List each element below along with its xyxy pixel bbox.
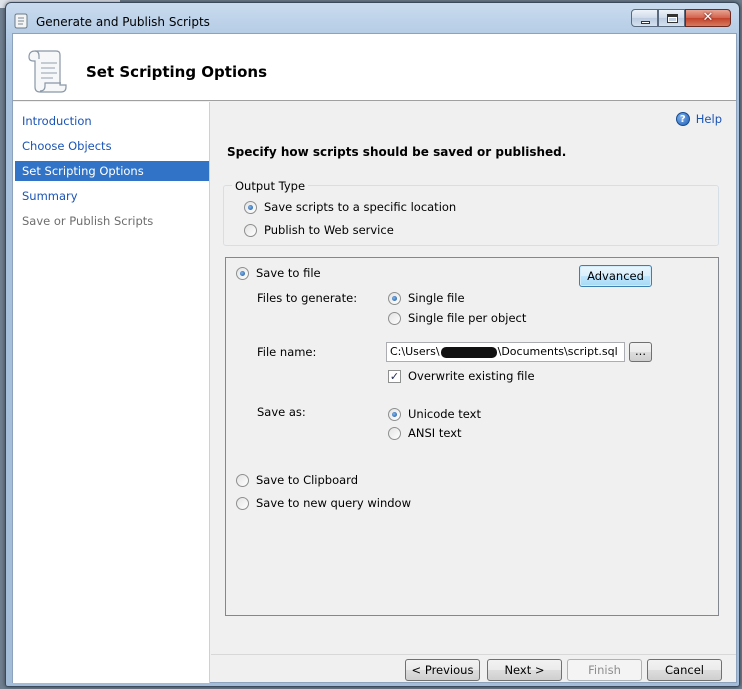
sidebar-item-choose-objects[interactable]: Choose Objects bbox=[15, 136, 209, 156]
radio-button[interactable] bbox=[244, 200, 257, 214]
file-path-suffix: \Documents\script.sql bbox=[497, 345, 618, 358]
radio-button[interactable] bbox=[244, 223, 257, 237]
overwrite-checkbox[interactable]: ✓ bbox=[388, 369, 401, 383]
main-content: ? Help Specify how scripts should be sav… bbox=[211, 102, 736, 657]
dialog-window: Generate and Publish Scripts ✕ Set Scrip… bbox=[5, 2, 740, 687]
file-name-label: File name: bbox=[257, 345, 317, 359]
save-options-panel: Save to file Advanced Files to generate:… bbox=[225, 257, 719, 616]
caption-buttons: ✕ bbox=[631, 9, 731, 29]
advanced-button[interactable]: Advanced bbox=[579, 265, 652, 287]
overwrite-checkbox-row[interactable]: ✓ Overwrite existing file bbox=[388, 369, 535, 383]
sidebar-item-summary[interactable]: Summary bbox=[15, 186, 209, 206]
radio-button[interactable] bbox=[236, 473, 249, 487]
radio-label: Unicode text bbox=[408, 407, 481, 421]
browse-button[interactable]: ... bbox=[629, 342, 652, 362]
next-button[interactable]: Next > bbox=[487, 659, 562, 681]
instruction-text: Specify how scripts should be saved or p… bbox=[227, 145, 567, 159]
radio-label: Publish to Web service bbox=[264, 223, 394, 237]
footer-divider bbox=[211, 654, 736, 655]
output-type-group: Output Type Save scripts to a specific l… bbox=[223, 179, 719, 246]
radio-button[interactable] bbox=[388, 407, 401, 421]
radio-button[interactable] bbox=[388, 426, 401, 440]
radio-label: Single file bbox=[408, 291, 465, 305]
dialog-client-area: Set Scripting Options Introduction Choos… bbox=[12, 33, 737, 683]
radio-label: ANSI text bbox=[408, 426, 462, 440]
radio-single-file-per-object[interactable]: Single file per object bbox=[388, 311, 526, 325]
minimize-icon bbox=[641, 21, 650, 24]
page-title: Set Scripting Options bbox=[86, 63, 268, 81]
sidebar-item-set-scripting-options[interactable]: Set Scripting Options bbox=[15, 161, 209, 181]
page-header: Set Scripting Options bbox=[13, 34, 736, 101]
radio-label: Single file per object bbox=[408, 311, 527, 325]
radio-unicode-text[interactable]: Unicode text bbox=[388, 407, 481, 421]
radio-button[interactable] bbox=[388, 291, 401, 305]
sidebar-item-save-or-publish: Save or Publish Scripts bbox=[22, 214, 154, 228]
radio-publish-web-service[interactable]: Publish to Web service bbox=[244, 223, 394, 237]
radio-label: Save to file bbox=[256, 266, 321, 280]
radio-save-to-location[interactable]: Save scripts to a specific location bbox=[244, 200, 456, 214]
maximize-button[interactable] bbox=[658, 9, 685, 27]
title-bar[interactable]: Generate and Publish Scripts ✕ bbox=[6, 3, 739, 33]
finish-button: Finish bbox=[567, 659, 642, 681]
radio-button[interactable] bbox=[388, 311, 401, 325]
checkbox-label: Overwrite existing file bbox=[408, 369, 535, 383]
wizard-footer: < Previous Next > Finish Cancel bbox=[211, 654, 736, 683]
radio-save-to-file[interactable]: Save to file bbox=[236, 266, 321, 280]
sidebar-item-introduction[interactable]: Introduction bbox=[15, 111, 209, 131]
script-scroll-icon bbox=[14, 13, 28, 29]
help-label: Help bbox=[695, 112, 722, 126]
redacted-username bbox=[440, 346, 497, 358]
window-title: Generate and Publish Scripts bbox=[36, 15, 210, 29]
radio-save-to-clipboard[interactable]: Save to Clipboard bbox=[236, 473, 358, 487]
previous-button[interactable]: < Previous bbox=[405, 659, 480, 681]
close-button[interactable]: ✕ bbox=[685, 9, 731, 27]
radio-button[interactable] bbox=[236, 266, 249, 280]
help-link[interactable]: ? Help bbox=[675, 112, 722, 126]
minimize-button[interactable] bbox=[631, 9, 658, 27]
script-scroll-icon bbox=[28, 50, 67, 93]
radio-label: Save to Clipboard bbox=[256, 473, 359, 487]
maximize-icon bbox=[667, 14, 678, 23]
radio-button[interactable] bbox=[236, 496, 249, 510]
radio-label: Save scripts to a specific location bbox=[264, 200, 457, 214]
save-as-label: Save as: bbox=[257, 405, 306, 419]
radio-ansi-text[interactable]: ANSI text bbox=[388, 426, 462, 440]
cancel-button[interactable]: Cancel bbox=[647, 659, 722, 681]
close-icon: ✕ bbox=[702, 10, 714, 25]
file-name-input[interactable]: C:\Users\ \Documents\script.sql bbox=[386, 342, 625, 362]
file-path-prefix: C:\Users\ bbox=[390, 345, 440, 358]
radio-single-file[interactable]: Single file bbox=[388, 291, 465, 305]
help-icon: ? bbox=[675, 112, 690, 126]
radio-save-to-query-window[interactable]: Save to new query window bbox=[236, 496, 411, 510]
radio-label: Save to new query window bbox=[256, 496, 411, 510]
wizard-nav-sidebar: Introduction Choose Objects Set Scriptin… bbox=[13, 102, 210, 683]
files-to-generate-label: Files to generate: bbox=[257, 291, 358, 305]
output-type-label: Output Type bbox=[232, 179, 309, 193]
